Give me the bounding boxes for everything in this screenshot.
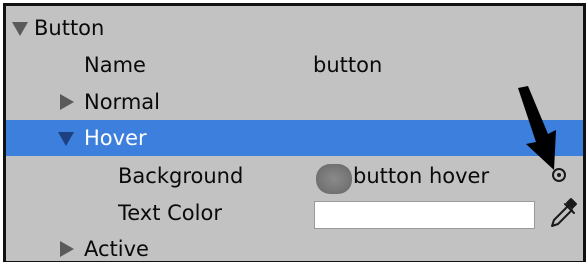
background-row: Background button hover	[6, 158, 583, 194]
eyedropper-icon[interactable]	[544, 195, 580, 231]
text-color-field[interactable]	[314, 201, 535, 229]
state-normal-label: Normal	[84, 90, 160, 114]
text-color-label: Text Color	[118, 201, 222, 225]
background-value[interactable]: button hover	[353, 158, 489, 194]
text-color-row: Text Color	[6, 195, 583, 231]
state-active-label: Active	[84, 237, 149, 261]
background-label: Background	[118, 164, 244, 188]
arrow-annotation-icon	[518, 86, 556, 170]
state-hover-row[interactable]: Hover	[6, 120, 583, 156]
foldout-collapsed-icon[interactable]	[60, 241, 74, 257]
state-hover-label: Hover	[84, 126, 147, 150]
foldout-expanded-icon[interactable]	[58, 132, 74, 146]
section-title: Button	[34, 16, 105, 40]
texture-thumbnail	[316, 164, 352, 194]
name-row: Name button	[6, 47, 583, 83]
name-label: Name	[84, 53, 146, 77]
foldout-collapsed-icon[interactable]	[60, 94, 74, 110]
state-active-row[interactable]: Active	[6, 231, 583, 261]
name-field[interactable]: button	[313, 47, 382, 83]
button-section-header[interactable]: Button	[6, 10, 583, 46]
state-normal-row[interactable]: Normal	[6, 84, 583, 120]
inspector-panel: Button Name button Normal Hover Backgrou…	[3, 3, 586, 262]
foldout-expanded-icon[interactable]	[12, 22, 28, 36]
